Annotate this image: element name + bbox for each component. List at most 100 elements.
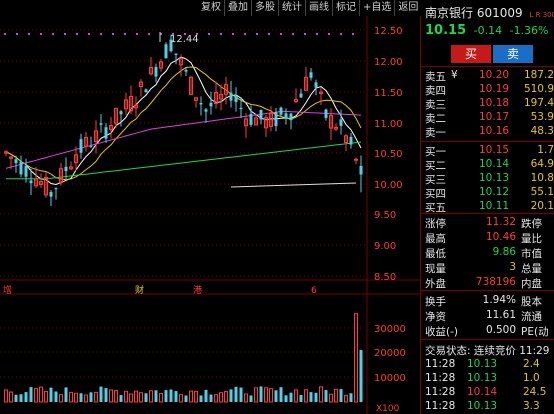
volume-bar bbox=[69, 391, 73, 403]
volume-bar bbox=[194, 390, 198, 403]
stat-label: 外盘 bbox=[425, 278, 446, 290]
volume-bar bbox=[154, 390, 158, 402]
price-axis-label: 12.50 bbox=[374, 26, 403, 37]
buy-price: 10.12 bbox=[479, 186, 510, 198]
volume-bar bbox=[254, 387, 258, 403]
price-line: 10.15 -0.14 -1.36% bbox=[425, 23, 549, 38]
sell-volume: 197.4 bbox=[523, 97, 554, 109]
stat-label: 现量 bbox=[425, 263, 446, 275]
candlesticks bbox=[4, 34, 363, 207]
candle-body bbox=[229, 92, 233, 101]
divider bbox=[421, 66, 554, 67]
sell-order-row: 卖三 10.18 197.4 bbox=[421, 97, 554, 111]
volume-bar bbox=[134, 390, 138, 403]
stat-value: 10.46 bbox=[485, 231, 516, 243]
buy-volume: 10.8 bbox=[530, 172, 554, 184]
axis-labels: 12.50 12.00 11.50 11.00 10.50 10.00 9.50 9.00 8.… bbox=[374, 26, 406, 414]
currency-symbol: ¥ bbox=[451, 69, 458, 81]
buy-order-row: 买五 10.11 20.1 bbox=[421, 200, 554, 214]
volume-bar bbox=[104, 388, 108, 402]
price-axis-label: 11.00 bbox=[374, 119, 403, 130]
candle-body bbox=[174, 53, 178, 55]
volume-unit-label: X100 bbox=[376, 404, 400, 414]
candle-body bbox=[154, 67, 158, 77]
volume-bar bbox=[314, 392, 318, 402]
toolbar-overlay-button[interactable]: 叠加 bbox=[224, 0, 251, 16]
volume-bar bbox=[74, 392, 78, 403]
price-axis-label: 9.00 bbox=[374, 241, 396, 252]
toolbar-restore-rights-button[interactable]: 复权 bbox=[198, 0, 224, 16]
volume-bar bbox=[249, 395, 253, 402]
candle-body bbox=[54, 188, 58, 190]
sell-volume: 510.9 bbox=[523, 83, 554, 95]
stat-label-2: 市值 bbox=[521, 248, 542, 260]
toolbar-draw-line-button[interactable]: 画线 bbox=[305, 0, 332, 16]
candle-body bbox=[199, 103, 203, 105]
volume-bar bbox=[94, 391, 98, 403]
volume-bar bbox=[4, 389, 8, 403]
sell-order-row: 卖二 10.17 53.9 bbox=[421, 111, 554, 125]
tick-time: 11:28 bbox=[425, 400, 456, 412]
tick-volume: 24.5 bbox=[523, 386, 547, 398]
volume-bar bbox=[59, 394, 63, 403]
buy-level-label: 买二 bbox=[425, 160, 446, 172]
sell-button[interactable]: 卖 bbox=[493, 45, 533, 63]
buy-order-row: 买一 10.15 1.7 bbox=[421, 144, 554, 158]
toolbar-mark-button[interactable]: 标记 bbox=[332, 0, 359, 16]
chart-toolbar: 复权 叠加 多股 统计 画线 标记 +自选 返回 bbox=[198, 0, 421, 16]
volume-bar bbox=[114, 390, 118, 403]
sell-price: 10.16 bbox=[479, 125, 510, 137]
candle-body bbox=[309, 72, 313, 78]
volume-bar bbox=[334, 388, 338, 403]
stock-code: 601009 bbox=[476, 6, 523, 20]
ma20-line bbox=[5, 110, 362, 169]
tick-row[interactable]: 11:28 10.13 3.3 bbox=[421, 400, 554, 413]
toolbar-multi-stock-button[interactable]: 多股 bbox=[251, 0, 278, 16]
stat-value: 11.61 bbox=[485, 309, 516, 321]
tick-row[interactable]: 11:28 10.13 2.4 bbox=[421, 358, 554, 371]
volume-bar bbox=[359, 350, 363, 402]
toolbar-back-button[interactable]: 返回 bbox=[394, 0, 421, 16]
volume-bar bbox=[124, 390, 128, 403]
stat-label-2: 股本 bbox=[521, 296, 542, 308]
stat-label-2: PE(动 bbox=[521, 326, 549, 338]
price-axis-label: 10.50 bbox=[374, 149, 403, 160]
tick-volume: 2.4 bbox=[523, 358, 540, 370]
volume-bar bbox=[209, 394, 213, 402]
buy-order-row: 买二 10.14 64.9 bbox=[421, 158, 554, 172]
buy-price: 10.14 bbox=[479, 158, 510, 170]
stat-label-2: 流通 bbox=[521, 311, 542, 323]
toolbar-stats-button[interactable]: 统计 bbox=[278, 0, 305, 16]
volume-bar bbox=[174, 391, 178, 402]
volume-bar bbox=[289, 392, 293, 402]
divider bbox=[421, 290, 554, 291]
kline-chart[interactable]: 12.50 12.00 11.50 11.00 10.50 10.00 9.50 9.00 8.… bbox=[0, 16, 420, 414]
tick-price: 10.14 bbox=[467, 386, 498, 398]
last-price: 10.15 bbox=[425, 23, 467, 38]
event-marker-3: 港 bbox=[193, 284, 202, 296]
volume-bar bbox=[199, 395, 203, 402]
toolbar-add-watchlist-button[interactable]: +自选 bbox=[359, 0, 394, 16]
volume-axis-label: 30000 bbox=[374, 324, 406, 335]
volume-bar bbox=[179, 394, 183, 403]
buy-volume: 20.1 bbox=[530, 200, 554, 212]
sell-price: 10.18 bbox=[479, 97, 510, 109]
volume-bar bbox=[84, 394, 88, 403]
candle-body bbox=[359, 165, 363, 175]
volume-bar bbox=[99, 386, 103, 402]
tick-row[interactable]: 11:28 10.14 24.5 bbox=[421, 386, 554, 399]
volume-axis-label: 10000 bbox=[374, 373, 406, 384]
volume-bar bbox=[259, 386, 263, 402]
volume-bar bbox=[214, 394, 218, 403]
stat-value: 9.86 bbox=[492, 246, 516, 258]
candle-body bbox=[19, 161, 23, 175]
tick-price: 10.13 bbox=[467, 372, 498, 384]
volume-bar bbox=[34, 388, 38, 403]
stat-label-2: 量比 bbox=[521, 233, 542, 245]
buy-order-row: 买三 10.13 10.8 bbox=[421, 172, 554, 186]
tick-row[interactable]: 11:28 10.13 1.0 bbox=[421, 372, 554, 385]
buy-button[interactable]: 买 bbox=[451, 45, 491, 63]
tick-time: 11:28 bbox=[425, 372, 456, 384]
candle-body bbox=[119, 111, 123, 115]
stat-row: 最高 10.46 量比 bbox=[421, 231, 554, 245]
